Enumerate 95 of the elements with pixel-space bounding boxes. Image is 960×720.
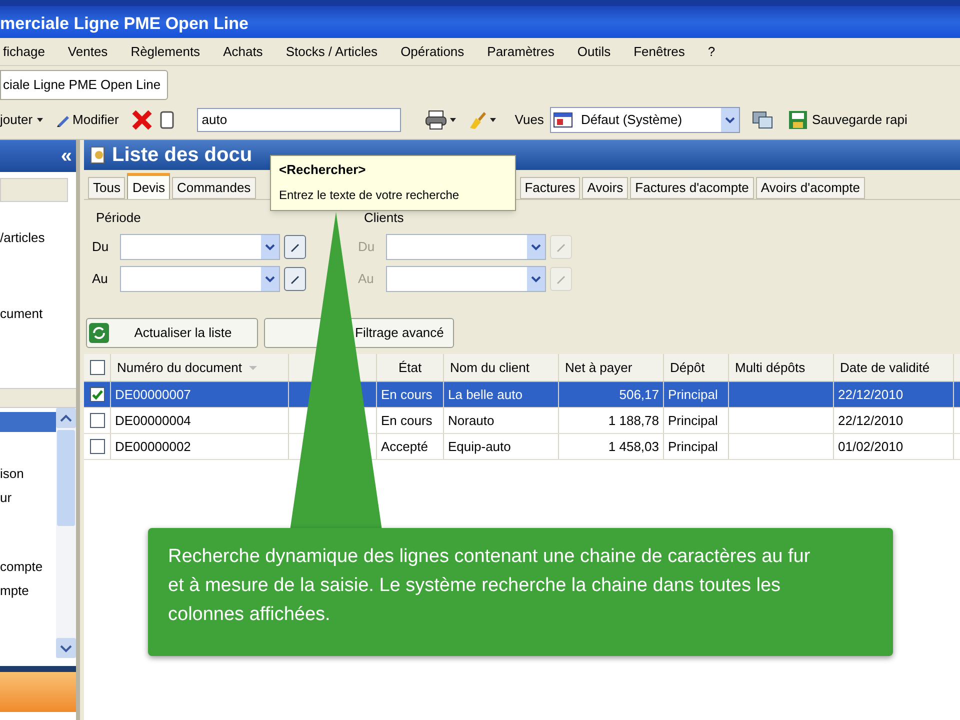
row-checkbox[interactable] — [90, 387, 104, 402]
column-header[interactable]: Date de validité — [840, 358, 930, 378]
sidebar-item[interactable]: cument — [0, 304, 76, 323]
tab[interactable]: Tous — [88, 177, 126, 199]
menu-item[interactable]: Paramètres — [487, 42, 554, 62]
panel-title: Liste des docu — [112, 143, 252, 168]
table-cell-text: Equip-auto — [448, 438, 511, 456]
table-row[interactable]: DE00000002 Accepté Equip-auto 1 458,03 Principal 01/02/2010 — [84, 434, 960, 460]
views-label: Vues — [514, 110, 544, 129]
table-cell-text: DE00000004 — [115, 412, 191, 430]
table-cell-text: Principal — [668, 438, 718, 456]
edit-date-button[interactable] — [284, 266, 306, 290]
table-cell-text: 22/12/2010 — [838, 386, 904, 404]
menu-item[interactable]: Outils — [577, 42, 611, 62]
table-cell-text: 01/02/2010 — [838, 438, 904, 456]
printer-icon — [424, 110, 447, 130]
tab[interactable]: Avoirs — [582, 177, 628, 199]
column-header[interactable]: Nom du client — [450, 358, 530, 378]
tooltip-text: Entrez le texte de votre recherche — [279, 186, 460, 204]
caret-icon — [448, 116, 457, 124]
callout-text: Recherche dynamique des lignes contenant une chaine de caractères au fur et à mesure de la saisie. Le système recherche la chaine dans toutes les colonnes affichées. — [168, 545, 812, 627]
menu-item[interactable]: Règlements — [130, 42, 200, 62]
window-title: merciale Ligne PME Open Line — [0, 15, 248, 32]
sidebar-item[interactable]: /articles — [0, 228, 76, 248]
group-label: Clients — [363, 209, 405, 227]
table-row[interactable]: DE00000004 En cours Norauto 1 188,78 Principal 22/12/2010 — [84, 408, 960, 434]
delete-button[interactable] — [130, 108, 153, 130]
column-header[interactable]: Multi dépôts — [735, 358, 806, 378]
save-icon — [788, 110, 808, 130]
tab[interactable]: Factures — [520, 177, 580, 199]
column-header[interactable]: État — [398, 358, 422, 378]
menu-item[interactable]: Opérations — [400, 42, 464, 62]
table-cell-text: La belle auto — [448, 386, 522, 404]
table-cell-text: DE00000007 — [115, 386, 191, 404]
table-cell-text: Accepté — [381, 438, 428, 456]
sort-icon — [248, 364, 258, 372]
header-checkbox[interactable] — [90, 360, 104, 375]
menu-item[interactable]: ? — [708, 42, 716, 62]
document-tab[interactable]: ciale Ligne PME Open Line — [0, 70, 168, 100]
column-header[interactable]: Dépôt — [670, 358, 705, 378]
windows-button[interactable] — [752, 110, 774, 130]
table-cell-text: 1 188,78 — [608, 412, 659, 430]
caret-icon — [488, 116, 497, 124]
tab[interactable]: Avoirs d'acompte — [756, 177, 865, 199]
scroll-thumb[interactable] — [57, 430, 75, 526]
field-label: Au — [92, 270, 109, 288]
row-checkbox[interactable] — [90, 413, 104, 428]
edit-button[interactable]: Modifier — [56, 110, 119, 130]
collapse-button[interactable]: « — [60, 146, 72, 166]
table-row[interactable]: DE00000007 En cours La belle auto 506,17 Principal 22/12/2010 — [84, 382, 960, 408]
document-icon — [158, 110, 175, 130]
windows-icon — [752, 110, 774, 130]
table-cell-text: Principal — [668, 412, 718, 430]
caret-icon — [36, 116, 44, 124]
refresh-button[interactable]: Actualiser la liste — [86, 318, 258, 348]
tab[interactable]: Devis — [127, 173, 170, 199]
scroll-up-icon — [56, 408, 76, 428]
quick-save-button[interactable]: Sauvegarde rapi — [788, 110, 908, 130]
menu-item[interactable]: fichage — [3, 42, 45, 62]
scroll-down-icon — [56, 638, 76, 658]
row-checkbox[interactable] — [90, 439, 104, 454]
menu-item[interactable]: Stocks / Articles — [286, 42, 378, 62]
table-cell-text: Principal — [668, 386, 718, 404]
add-button[interactable]: jouter — [0, 110, 44, 130]
menu-item[interactable]: Achats — [223, 42, 263, 62]
search-field[interactable]: auto — [196, 108, 401, 132]
column-header[interactable]: Net à payer — [565, 358, 632, 378]
view-combo[interactable]: Défaut (Système) — [550, 106, 740, 132]
edit-date-button[interactable] — [284, 234, 306, 258]
tab[interactable]: Factures d'acompte — [630, 177, 754, 199]
cross-icon — [130, 108, 153, 130]
table-cell-text: 506,17 — [619, 386, 659, 404]
table-cell-text: 22/12/2010 — [838, 412, 904, 430]
view-value: Défaut (Système) — [580, 110, 684, 129]
field-label: Du — [92, 238, 110, 256]
scrollbar[interactable] — [56, 408, 76, 658]
column-header[interactable]: Numéro du document — [117, 358, 242, 378]
menu-item[interactable]: Fenêtres — [634, 42, 685, 62]
field-label: Au — [357, 270, 375, 288]
field-label: Du — [357, 238, 376, 256]
document-icon — [90, 146, 106, 164]
print-button[interactable] — [424, 110, 457, 130]
copy-button[interactable] — [158, 110, 175, 130]
refresh-icon — [89, 323, 109, 343]
menu-item[interactable]: Ventes — [68, 42, 108, 62]
table-cell-text: Norauto — [448, 412, 494, 430]
table-cell-text: DE00000002 — [115, 438, 191, 456]
tab[interactable]: Commandes — [172, 177, 256, 199]
group-label: Période — [95, 209, 142, 227]
table-cell-text: 1 458,03 — [608, 438, 659, 456]
sidebar-search-bar — [0, 178, 68, 202]
window-icon — [552, 110, 575, 128]
table-cell-text: En cours — [381, 386, 432, 404]
table-cell-text: En cours — [381, 412, 432, 430]
tooltip-title: <Rechercher> — [279, 161, 367, 179]
